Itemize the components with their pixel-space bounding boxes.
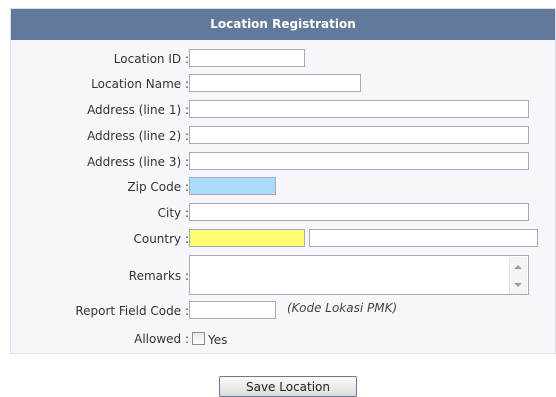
allowed-yes-label[interactable]: Yes [208, 330, 227, 350]
row-address-3: Address (line 3) : [11, 152, 555, 174]
report-field-code-label: Report Field Code : [75, 304, 189, 318]
row-remarks: Remarks : [11, 255, 555, 297]
location-name-input[interactable] [189, 74, 361, 92]
city-label: City : [157, 206, 189, 220]
row-address-2: Address (line 2) : [11, 126, 555, 148]
address-line-1-input[interactable] [189, 100, 529, 118]
row-allowed: Allowed : Yes [11, 329, 555, 351]
panel-title: Location Registration [11, 9, 555, 40]
country-code-input[interactable] [189, 229, 305, 247]
location-registration-panel: Location Registration Location ID : Loca… [10, 8, 556, 354]
row-location-name: Location Name : [11, 74, 555, 96]
address-line-2-label: Address (line 2) : [87, 129, 189, 143]
zip-code-input[interactable] [189, 177, 276, 195]
address-line-1-label: Address (line 1) : [87, 103, 189, 117]
report-field-code-input[interactable] [189, 301, 276, 319]
country-name-input[interactable] [309, 229, 538, 247]
report-field-code-hint: (Kode Lokasi PMK) [287, 301, 398, 315]
remarks-textarea[interactable] [189, 255, 529, 295]
zip-code-label: Zip Code : [127, 180, 189, 194]
address-line-3-input[interactable] [189, 152, 529, 170]
scroll-down-arrow-icon[interactable] [514, 283, 522, 287]
allowed-label: Allowed : [134, 332, 189, 346]
location-id-label: Location ID : [113, 52, 189, 66]
city-input[interactable] [189, 203, 529, 221]
row-zip-code: Zip Code : [11, 177, 555, 199]
location-id-input[interactable] [189, 49, 305, 67]
row-report-field-code: Report Field Code : (Kode Lokasi PMK) [11, 301, 555, 323]
scroll-up-arrow-icon[interactable] [514, 265, 522, 269]
address-line-2-input[interactable] [189, 126, 529, 144]
location-name-label: Location Name : [91, 77, 189, 91]
row-address-1: Address (line 1) : [11, 100, 555, 122]
address-line-3-label: Address (line 3) : [87, 155, 189, 169]
remarks-label: Remarks : [128, 269, 189, 283]
row-city: City : [11, 203, 555, 225]
row-location-id: Location ID : [11, 49, 555, 71]
country-label: Country : [133, 232, 189, 246]
allowed-checkbox[interactable] [192, 332, 205, 345]
row-country: Country : [11, 229, 555, 251]
remarks-scrollbar[interactable] [509, 257, 527, 294]
